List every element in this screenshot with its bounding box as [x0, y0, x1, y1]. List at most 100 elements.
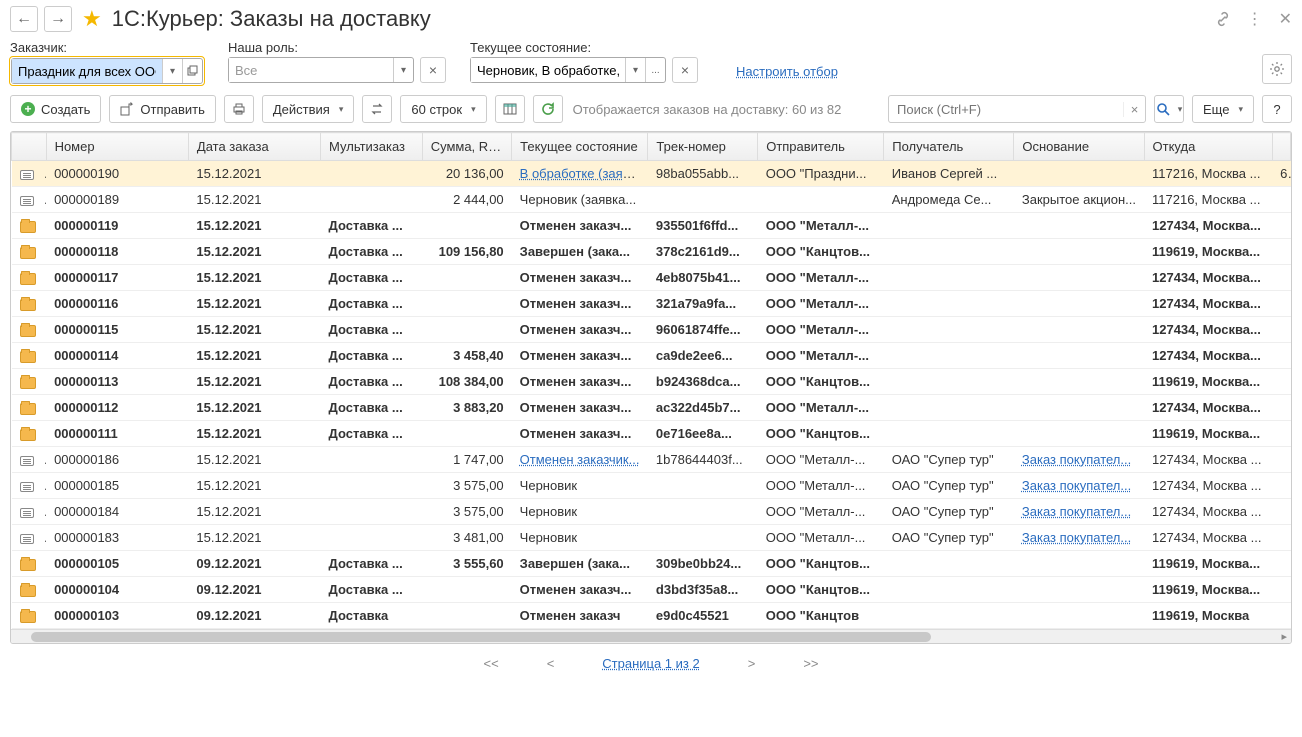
- doc-icon: [20, 196, 34, 206]
- doc-icon: [20, 170, 34, 180]
- pager-first[interactable]: <<: [484, 656, 499, 671]
- send-icon: [120, 102, 134, 116]
- table-row[interactable]: 00000011315.12.2021Доставка ...108 384,0…: [12, 369, 1291, 395]
- table-row[interactable]: 00000011815.12.2021Доставка ...109 156,8…: [12, 239, 1291, 265]
- folder-icon: [20, 273, 36, 285]
- print-button[interactable]: [224, 95, 254, 123]
- link-icon[interactable]: [1215, 11, 1231, 27]
- role-dropdown-button[interactable]: ▾: [393, 58, 413, 82]
- table-row[interactable]: 00000010309.12.2021ДоставкаОтменен заказ…: [12, 603, 1291, 629]
- state-dropdown-button[interactable]: ▾: [625, 58, 645, 82]
- state-clear-button[interactable]: ×: [672, 57, 698, 83]
- nav-forward-button[interactable]: →: [44, 6, 72, 32]
- table-row[interactable]: 00000018615.12.20211 747,00Отменен заказ…: [12, 447, 1291, 473]
- column-header[interactable]: [12, 133, 47, 161]
- column-header[interactable]: Дата заказа: [188, 133, 320, 161]
- folder-icon: [20, 221, 36, 233]
- table-row[interactable]: 00000011515.12.2021Доставка ...Отменен з…: [12, 317, 1291, 343]
- status-link[interactable]: В обработке (заяв...: [520, 166, 641, 181]
- table-row[interactable]: 00000011915.12.2021Доставка ...Отменен з…: [12, 213, 1291, 239]
- folder-icon: [20, 247, 36, 259]
- orders-table[interactable]: НомерДата заказаМультизаказСумма, RUBТек…: [11, 132, 1291, 629]
- refresh-button[interactable]: [533, 95, 563, 123]
- state-ellipsis-button[interactable]: ...: [645, 58, 665, 82]
- folder-icon: [20, 299, 36, 311]
- basis-link[interactable]: Заказ покупател...: [1022, 530, 1131, 545]
- customer-open-button[interactable]: [182, 59, 202, 83]
- state-filter-input[interactable]: [471, 58, 625, 82]
- table-row[interactable]: 00000019015.12.202120 136,00В обработке …: [12, 161, 1291, 187]
- doc-icon: [20, 508, 34, 518]
- actions-button[interactable]: Действия▾: [262, 95, 355, 123]
- search-button[interactable]: ▾: [1154, 95, 1184, 123]
- table-row[interactable]: 00000018315.12.20213 481,00ЧерновикООО "…: [12, 525, 1291, 551]
- doc-icon: [20, 534, 34, 544]
- customer-filter-label: Заказчик:: [10, 40, 204, 55]
- nav-back-button[interactable]: ←: [10, 6, 38, 32]
- column-header[interactable]: Текущее состояние: [512, 133, 648, 161]
- search-box[interactable]: ×: [888, 95, 1146, 123]
- table-row[interactable]: 00000018415.12.20213 575,00ЧерновикООО "…: [12, 499, 1291, 525]
- horizontal-scrollbar[interactable]: ▸: [11, 629, 1291, 643]
- column-header[interactable]: Мультизаказ: [321, 133, 423, 161]
- status-link[interactable]: Отменен заказчик...: [520, 452, 640, 467]
- create-button[interactable]: + Создать: [10, 95, 101, 123]
- role-filter-input[interactable]: [229, 58, 393, 82]
- folder-icon: [20, 325, 36, 337]
- column-header[interactable]: Трек-номер: [648, 133, 758, 161]
- table-row[interactable]: 00000011615.12.2021Доставка ...Отменен з…: [12, 291, 1291, 317]
- table-row[interactable]: 00000018915.12.20212 444,00Черновик (зая…: [12, 187, 1291, 213]
- column-header[interactable]: Основание: [1014, 133, 1144, 161]
- column-header[interactable]: Отправитель: [758, 133, 884, 161]
- rows-button[interactable]: 60 строк▾: [400, 95, 486, 123]
- pager-next[interactable]: >: [748, 656, 756, 671]
- folder-icon: [20, 403, 36, 415]
- column-header[interactable]: Номер: [46, 133, 188, 161]
- plus-icon: +: [21, 102, 35, 116]
- column-header[interactable]: Получатель: [884, 133, 1014, 161]
- role-filter-label: Наша роль:: [228, 40, 446, 55]
- role-clear-button[interactable]: ×: [420, 57, 446, 83]
- kebab-menu-icon[interactable]: ⋮: [1247, 9, 1263, 29]
- table-row[interactable]: 00000010409.12.2021Доставка ...Отменен з…: [12, 577, 1291, 603]
- doc-icon: [20, 482, 34, 492]
- folder-icon: [20, 351, 36, 363]
- column-header[interactable]: [1272, 133, 1290, 161]
- table-row[interactable]: 00000010509.12.2021Доставка ...3 555,60З…: [12, 551, 1291, 577]
- close-icon[interactable]: ✕: [1279, 9, 1292, 29]
- basis-link[interactable]: Заказ покупател...: [1022, 452, 1131, 467]
- state-filter-label: Текущее состояние:: [470, 40, 698, 55]
- folder-icon: [20, 559, 36, 571]
- customer-filter-input[interactable]: [12, 59, 162, 83]
- configure-filter-link[interactable]: Настроить отбор: [736, 64, 838, 79]
- pager-prev[interactable]: <: [547, 656, 555, 671]
- settings-button[interactable]: [1262, 54, 1292, 84]
- swap-button[interactable]: [362, 95, 392, 123]
- folder-icon: [20, 429, 36, 441]
- page-title: 1С:Курьер: Заказы на доставку: [112, 6, 431, 32]
- doc-icon: [20, 456, 34, 466]
- column-header[interactable]: Откуда: [1144, 133, 1272, 161]
- basis-link[interactable]: Заказ покупател...: [1022, 478, 1131, 493]
- pager-current[interactable]: Страница 1 из 2: [602, 656, 699, 671]
- table-row[interactable]: 00000018515.12.20213 575,00ЧерновикООО "…: [12, 473, 1291, 499]
- basis-link[interactable]: Заказ покупател...: [1022, 504, 1131, 519]
- search-clear-button[interactable]: ×: [1123, 102, 1145, 117]
- table-row[interactable]: 00000011115.12.2021Доставка ...Отменен з…: [12, 421, 1291, 447]
- column-header[interactable]: Сумма, RUB: [422, 133, 511, 161]
- folder-icon: [20, 377, 36, 389]
- table-row[interactable]: 00000011215.12.2021Доставка ...3 883,20О…: [12, 395, 1291, 421]
- pager-last[interactable]: >>: [803, 656, 818, 671]
- send-button[interactable]: Отправить: [109, 95, 215, 123]
- columns-button[interactable]: [495, 95, 525, 123]
- search-input[interactable]: [889, 102, 1123, 117]
- info-text: Отображается заказов на доставку: 60 из …: [573, 102, 842, 117]
- folder-icon: [20, 585, 36, 597]
- table-row[interactable]: 00000011715.12.2021Доставка ...Отменен з…: [12, 265, 1291, 291]
- star-icon[interactable]: ★: [82, 6, 102, 32]
- folder-icon: [20, 611, 36, 623]
- help-button[interactable]: ?: [1262, 95, 1292, 123]
- table-row[interactable]: 00000011415.12.2021Доставка ...3 458,40О…: [12, 343, 1291, 369]
- customer-dropdown-button[interactable]: ▾: [162, 59, 182, 83]
- more-button[interactable]: Еще▾: [1192, 95, 1254, 123]
